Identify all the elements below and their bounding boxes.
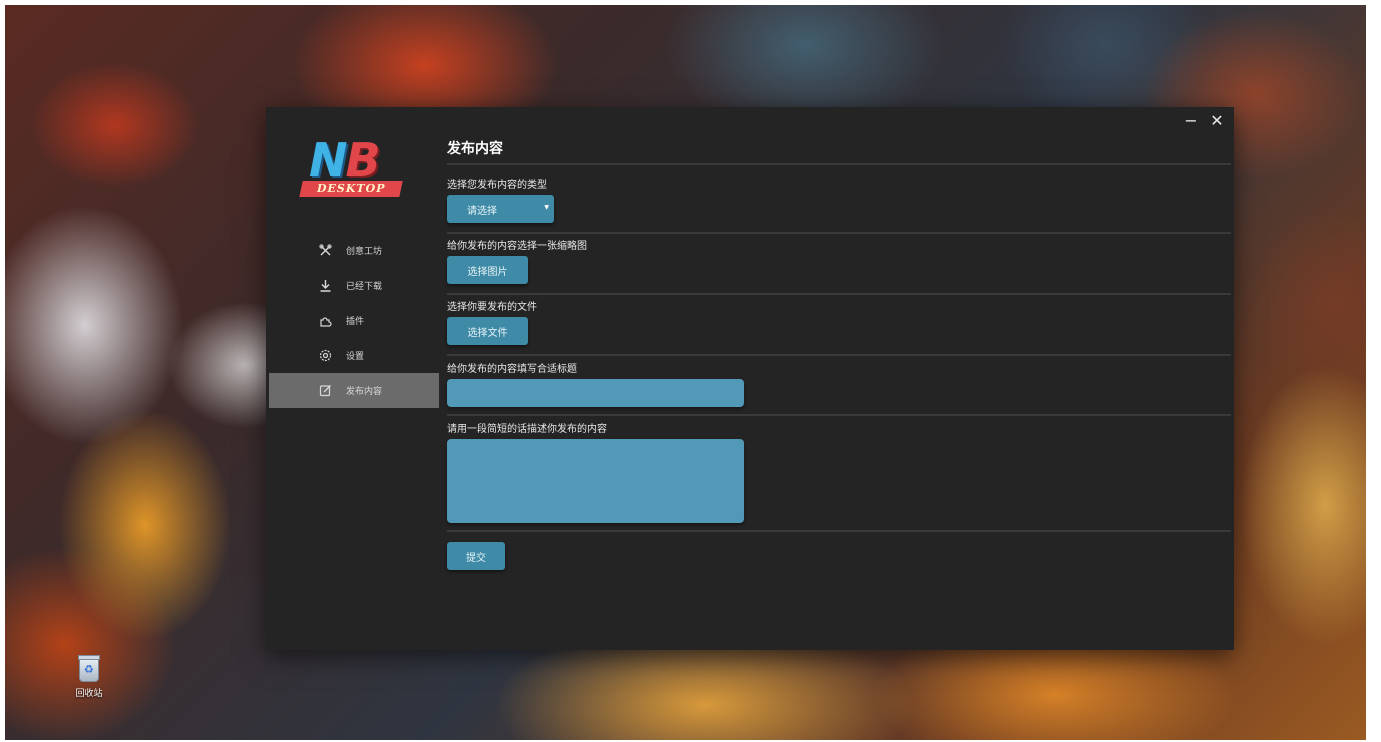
submit-row: 提交 — [447, 532, 1231, 570]
sidebar-item-label: 插件 — [346, 317, 365, 327]
sidebar-item-publish[interactable]: 发布内容 — [269, 373, 439, 408]
recycle-bin-label: 回收站 — [75, 689, 103, 699]
chevron-down-icon: ▼ — [544, 204, 549, 211]
description-label: 请用一段简短的话描述你发布的内容 — [447, 424, 607, 435]
page-title: 发布内容 — [447, 141, 503, 157]
description-textarea[interactable] — [447, 439, 744, 523]
name-label: 给你发布的内容填写合适标题 — [447, 364, 577, 375]
download-icon — [318, 279, 332, 293]
sidebar-item-downloaded[interactable]: 已经下载 — [266, 268, 439, 303]
type-section: 选择您发布内容的类型 请选择 ▼ — [447, 165, 1231, 223]
submit-button[interactable]: 提交 — [447, 542, 505, 570]
gear-icon — [318, 349, 332, 363]
plugin-icon — [318, 314, 332, 328]
recycle-bin-icon: ♻ — [78, 655, 100, 682]
workshop-icon — [318, 244, 332, 258]
sidebar: NB DESKTOP 创意工坊 已经下载 插件 设置 发布内容 — [266, 107, 439, 650]
description-section: 请用一段简短的话描述你发布的内容 — [447, 416, 1231, 530]
close-button[interactable]: ✕ — [1210, 111, 1224, 130]
recycle-bin-shortcut[interactable]: ♻ 回收站 — [67, 655, 111, 699]
window-controls: − ✕ — [1184, 111, 1224, 130]
type-select-value: 请选择 — [467, 205, 497, 217]
file-label: 选择你要发布的文件 — [447, 302, 537, 313]
sidebar-nav: 创意工坊 已经下载 插件 设置 发布内容 — [266, 233, 439, 408]
choose-image-button[interactable]: 选择图片 — [447, 256, 528, 284]
sidebar-item-label: 创意工坊 — [346, 247, 383, 257]
name-input[interactable] — [447, 379, 744, 407]
publish-form: 发布内容 选择您发布内容的类型 请选择 ▼ 给你发布的内容选择一张缩略图 选择图… — [447, 135, 1231, 570]
sidebar-item-label: 设置 — [346, 352, 365, 362]
thumbnail-label: 给你发布的内容选择一张缩略图 — [447, 241, 587, 252]
sidebar-item-label: 已经下载 — [346, 282, 383, 292]
minimize-button[interactable]: − — [1184, 111, 1198, 130]
sidebar-item-label: 发布内容 — [346, 387, 383, 397]
app-window: − ✕ NB DESKTOP 创意工坊 已经下载 插件 设置 发布内容 发布内容… — [266, 107, 1234, 650]
sidebar-item-settings[interactable]: 设置 — [266, 338, 439, 373]
name-section: 给你发布的内容填写合适标题 — [447, 356, 1231, 414]
edit-icon — [318, 384, 332, 398]
sidebar-item-workshop[interactable]: 创意工坊 — [266, 233, 439, 268]
type-label: 选择您发布内容的类型 — [447, 180, 547, 191]
file-section: 选择你要发布的文件 选择文件 — [447, 295, 1231, 354]
choose-file-button[interactable]: 选择文件 — [447, 317, 528, 345]
nb-desktop-logo: NB DESKTOP — [299, 135, 405, 205]
type-select[interactable]: 请选择 ▼ — [447, 195, 554, 223]
sidebar-item-plugins[interactable]: 插件 — [266, 303, 439, 338]
thumbnail-section: 给你发布的内容选择一张缩略图 选择图片 — [447, 234, 1231, 293]
